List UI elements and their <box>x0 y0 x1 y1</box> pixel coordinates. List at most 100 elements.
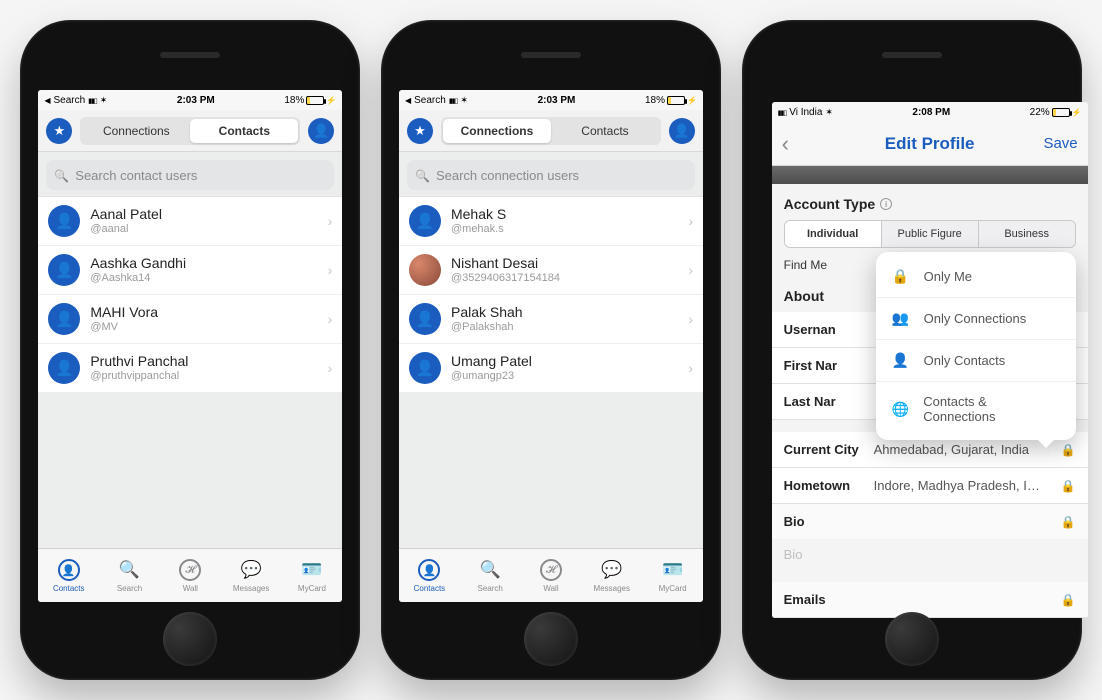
info-icon[interactable]: i <box>880 198 892 210</box>
home-button[interactable] <box>163 612 217 666</box>
contact-handle: @MV <box>90 321 317 334</box>
contact-handle: @pruthvippanchal <box>90 370 317 383</box>
tab-bar: 👤 Contacts 🔍 Search 𝓗 Wall 💬 Messages 🪪 … <box>38 548 342 602</box>
popover-label: Only Connections <box>924 311 1027 326</box>
field-label: Last Nar <box>784 394 864 409</box>
lock-icon[interactable]: 🔒 <box>1061 593 1076 607</box>
tab-bar: 👤 Contacts 🔍 Search 𝓗 Wall 💬 Messages 🪪 … <box>399 548 703 602</box>
tab-label: Messages <box>233 584 269 593</box>
page-title: Edit Profile <box>772 134 1088 154</box>
list-item[interactable]: 👤 Umang Patel @umangp23 › <box>399 344 703 393</box>
lock-icon[interactable]: 🔒 <box>1061 443 1076 457</box>
search-input[interactable]: Search contact users <box>46 160 334 190</box>
tabbar-contacts[interactable]: 👤 Contacts <box>399 549 460 602</box>
tab-label: Search <box>478 584 503 593</box>
back-to-app-icon[interactable]: ◀ <box>44 96 50 105</box>
popover-label: Contacts & Connections <box>923 394 1059 424</box>
star-icon[interactable]: ★ <box>407 118 433 144</box>
tab-label: MyCard <box>659 584 687 593</box>
field-hometown[interactable]: Hometown Indore, Madhya Pradesh, I… 🔒 <box>772 468 1088 504</box>
back-to-app-icon[interactable]: ◀ <box>405 96 411 105</box>
tabbar-search[interactable]: 🔍 Search <box>460 549 521 602</box>
list-item[interactable]: 👤 MAHI Vora @MV › <box>38 295 342 344</box>
wifi-icon <box>100 95 108 106</box>
contact-name: Nishant Desai <box>451 255 678 272</box>
battery-icon <box>306 96 324 105</box>
tabbar-wall[interactable]: 𝓗 Wall <box>160 549 221 602</box>
back-to-app-label[interactable]: Search <box>53 95 85 106</box>
list-item[interactable]: 👤 Pruthvi Panchal @pruthvippanchal › <box>38 344 342 393</box>
contact-handle: @umangp23 <box>451 370 678 383</box>
tabbar-mycard[interactable]: 🪪 MyCard <box>642 549 703 602</box>
lock-icon[interactable]: 🔒 <box>1061 479 1076 493</box>
field-label: Usernan <box>784 322 864 337</box>
tab-contacts[interactable]: Contacts <box>551 119 659 143</box>
tab-label: Search <box>117 584 142 593</box>
tab-label: MyCard <box>298 584 326 593</box>
field-label: Bio <box>784 514 864 529</box>
status-time: 2:03 PM <box>107 95 284 106</box>
home-button[interactable] <box>885 612 939 666</box>
tabbar-mycard[interactable]: 🪪 MyCard <box>282 549 343 602</box>
back-to-app-label[interactable]: Search <box>414 95 446 106</box>
person-plus-icon: 👤 <box>892 352 910 369</box>
battery-icon <box>1052 108 1070 117</box>
search-placeholder: Search contact users <box>75 168 197 183</box>
status-bar: Vi India 2:08 PM 22% <box>772 102 1088 122</box>
tab-connections[interactable]: Connections <box>82 119 190 143</box>
tab-label: Contacts <box>414 584 446 593</box>
status-bar: ◀ Search 2:03 PM 18% <box>38 90 342 110</box>
section-label: About <box>784 288 824 304</box>
avatar: 👤 <box>48 352 80 384</box>
privacy-only-me[interactable]: 🔒 Only Me <box>876 256 1076 297</box>
nav-bar: ★ Connections Contacts 👤 <box>38 110 342 152</box>
contact-name: Aanal Patel <box>90 206 317 223</box>
lock-icon[interactable]: 🔒 <box>1061 515 1076 529</box>
chevron-right-icon: › <box>688 360 693 376</box>
avatar: 👤 <box>48 254 80 286</box>
tab-label: Messages <box>594 584 630 593</box>
tabbar-contacts[interactable]: 👤 Contacts <box>38 549 99 602</box>
tab-connections[interactable]: Connections <box>443 119 551 143</box>
field-value: Ahmedabad, Gujarat, India <box>874 442 1061 457</box>
nav-bar: ★ Connections Contacts 👤 <box>399 110 703 152</box>
search-input[interactable]: Search connection users <box>407 160 695 190</box>
tab-label: Wall <box>543 584 558 593</box>
tabbar-wall[interactable]: 𝓗 Wall <box>521 549 582 602</box>
field-label: Hometown <box>784 478 874 493</box>
home-button[interactable] <box>524 612 578 666</box>
privacy-contacts-connections[interactable]: 🌐 Contacts & Connections <box>876 381 1076 436</box>
field-emails-header[interactable]: Emails 🔒 <box>772 582 1088 618</box>
privacy-only-connections[interactable]: 👥 Only Connections <box>876 297 1076 339</box>
avatar: 👤 <box>48 303 80 335</box>
avatar: 👤 <box>409 352 441 384</box>
tabbar-messages[interactable]: 💬 Messages <box>581 549 642 602</box>
star-icon[interactable]: ★ <box>46 118 72 144</box>
tabbar-messages[interactable]: 💬 Messages <box>221 549 282 602</box>
privacy-only-contacts[interactable]: 👤 Only Contacts <box>876 339 1076 381</box>
phone-mockup-2: ◀ Search 2:03 PM 18% ★ Connections Conta… <box>381 20 721 680</box>
list-item[interactable]: 👤 Mehak S @mehak.s › <box>399 197 703 246</box>
tabbar-search[interactable]: 🔍 Search <box>99 549 160 602</box>
carrier-label: Vi India <box>789 107 822 118</box>
people-icon: 👥 <box>892 310 910 327</box>
list-item[interactable]: 👤 Aanal Patel @aanal › <box>38 197 342 246</box>
profile-icon[interactable]: 👤 <box>308 118 334 144</box>
wifi-icon <box>825 107 833 118</box>
list-item[interactable]: Nishant Desai @3529406317154184 › <box>399 246 703 295</box>
account-type-business[interactable]: Business <box>978 221 1075 247</box>
chevron-right-icon: › <box>328 213 333 229</box>
account-type-individual[interactable]: Individual <box>785 221 881 247</box>
tab-contacts[interactable]: Contacts <box>190 119 298 143</box>
profile-icon[interactable]: 👤 <box>669 118 695 144</box>
signal-icon <box>778 107 787 118</box>
list-item[interactable]: 👤 Palak Shah @Palakshah › <box>399 295 703 344</box>
chevron-right-icon: › <box>688 262 693 278</box>
chevron-right-icon: › <box>328 262 333 278</box>
account-type-public-figure[interactable]: Public Figure <box>881 221 978 247</box>
search-placeholder: Search connection users <box>436 168 579 183</box>
avatar: 👤 <box>409 205 441 237</box>
search-icon <box>54 168 69 183</box>
list-item[interactable]: 👤 Aashka Gandhi @Aashka14 › <box>38 246 342 295</box>
bio-input[interactable]: Bio <box>772 539 1088 582</box>
